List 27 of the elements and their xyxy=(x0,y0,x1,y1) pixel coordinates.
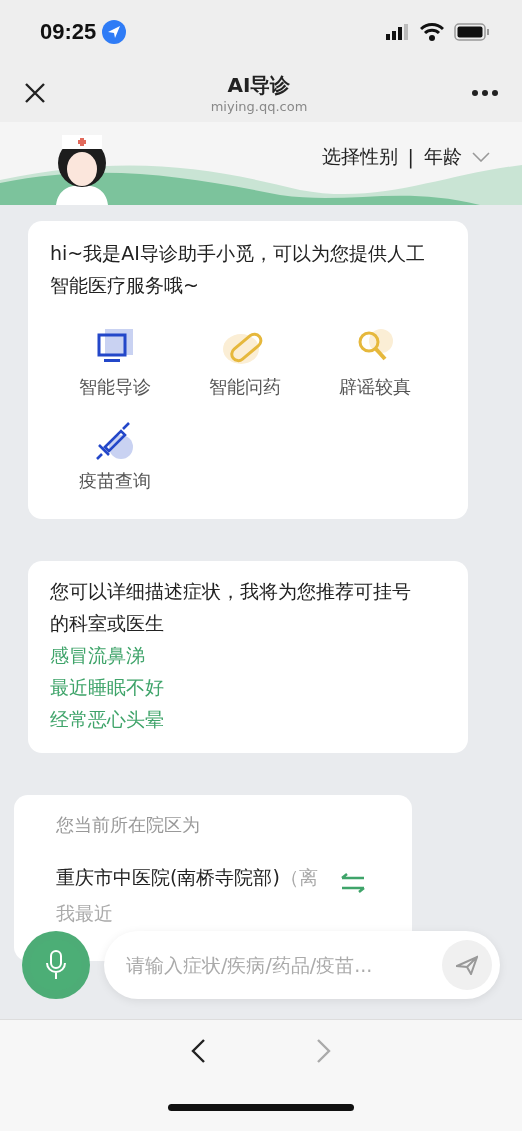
send-button[interactable] xyxy=(442,940,492,990)
message-text: 您可以详细描述症状，我将为您推荐可挂号的科室或医生 xyxy=(50,579,412,636)
close-icon[interactable] xyxy=(24,82,46,104)
service-button[interactable]: 疫苗查询 xyxy=(50,421,180,493)
location-label: 您当前所在院区为 xyxy=(56,813,201,837)
signal-icon xyxy=(386,24,410,40)
service-button[interactable]: 辟谣较真 xyxy=(310,327,440,399)
hospital-name: 重庆市中医院(南桥寺院部)（离我最近 xyxy=(56,865,319,926)
location-icon xyxy=(102,20,127,44)
service-button[interactable]: 智能问药 xyxy=(180,327,310,399)
input-field[interactable]: 请输入症状/疾病/药品/疫苗... xyxy=(104,931,500,999)
wifi-icon xyxy=(420,23,444,41)
switch-icon[interactable] xyxy=(340,873,366,893)
status-time: 09:25 xyxy=(40,19,97,45)
back-icon[interactable] xyxy=(190,1038,206,1064)
page-url: miying.qq.com xyxy=(210,99,308,114)
page-title: AI导诊 xyxy=(227,72,291,99)
gender-age-selector[interactable]: 选择性别 | 年龄 xyxy=(321,143,490,170)
battery-icon xyxy=(454,23,490,41)
more-icon[interactable] xyxy=(472,90,498,96)
symptom-input[interactable]: 请输入症状/疾病/药品/疫苗... xyxy=(124,953,442,977)
microphone-icon xyxy=(46,950,66,980)
forward-icon[interactable] xyxy=(316,1038,332,1064)
service-button[interactable]: 智能导诊 xyxy=(50,327,180,399)
chevron-down-icon xyxy=(472,151,490,162)
send-icon xyxy=(456,955,478,975)
message-text: hi~我是AI导诊助手小觅，可以为您提供人工智能医疗服务哦~ xyxy=(50,241,426,298)
